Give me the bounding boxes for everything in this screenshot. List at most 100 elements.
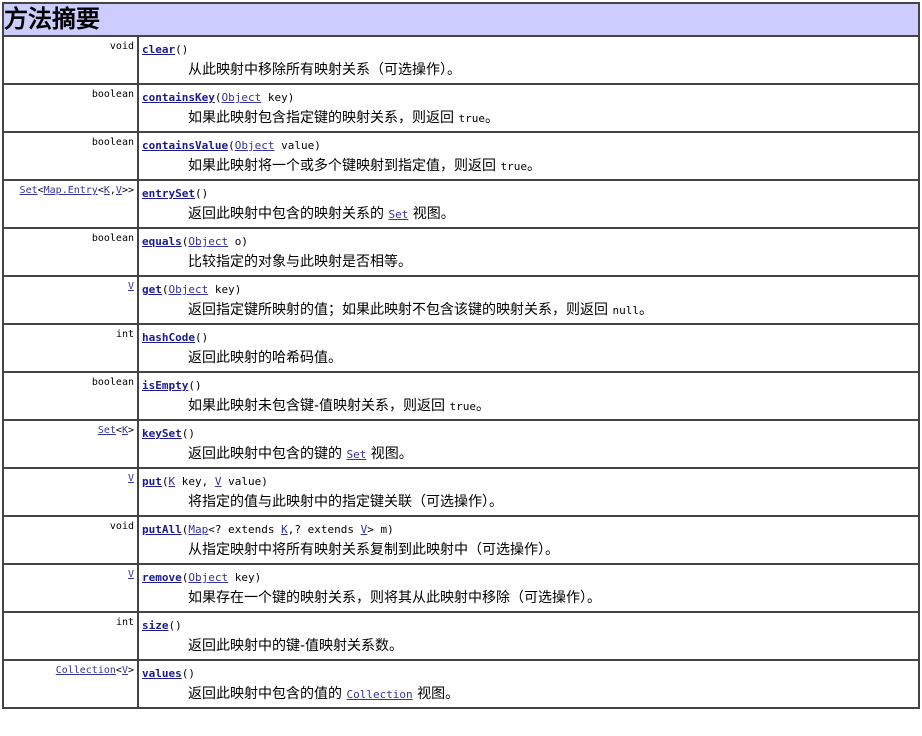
type-link[interactable]: Collection <box>346 688 412 701</box>
method-detail: put(K key, V value) 将指定的值与此映射中的指定键关联（可选操作… <box>137 467 920 517</box>
text-fragment: 返回此映射中包含的值的 <box>188 686 347 702</box>
text-fragment: key, <box>175 475 215 488</box>
method-name-link[interactable]: size <box>142 619 169 632</box>
type-link[interactable]: Object <box>235 139 275 152</box>
return-type: V <box>2 275 139 325</box>
method-signature: clear() <box>142 43 918 57</box>
method-signature: putAll(Map<? extends K,? extends V> m) <box>142 523 918 537</box>
type-link[interactable]: Object <box>188 235 228 248</box>
method-description: 返回此映射中包含的值的 Collection 视图。 <box>142 683 918 706</box>
method-description: 如果存在一个键的映射关系，则将其从此映射中移除（可选操作）。 <box>142 587 918 609</box>
type-link[interactable]: V <box>128 473 134 484</box>
text-fragment: >> <box>121 185 134 196</box>
text-fragment: 从指定映射中将所有映射关系复制到此映射中（可选操作）。 <box>188 542 559 558</box>
type-link[interactable]: Map <box>188 523 208 536</box>
method-name-link[interactable]: putAll <box>142 523 182 536</box>
type-link[interactable]: Object <box>221 91 261 104</box>
method-signature: isEmpty() <box>142 379 918 393</box>
method-signature: equals(Object o) <box>142 235 918 249</box>
method-description: 比较指定的对象与此映射是否相等。 <box>142 251 918 273</box>
text-fragment: 返回此映射的哈希码值。 <box>188 350 342 366</box>
method-name-link[interactable]: clear <box>142 43 175 56</box>
text-fragment: boolean <box>91 137 134 148</box>
method-signature: containsKey(Object key) <box>142 91 918 105</box>
method-name-link[interactable]: values <box>142 667 182 680</box>
method-description: 返回此映射的哈希码值。 <box>142 347 918 369</box>
text-fragment: 返回此映射中包含的键的 <box>188 446 347 462</box>
method-signature: entrySet() <box>142 187 918 201</box>
text-fragment: () <box>194 187 209 200</box>
text-fragment: null <box>612 304 639 317</box>
return-type: void <box>2 35 139 85</box>
method-description: 返回此映射中的键-值映射关系数。 <box>142 635 918 657</box>
text-fragment: 返回此映射中包含的映射关系的 <box>188 206 389 222</box>
type-link[interactable]: V <box>128 281 134 292</box>
method-signature: keySet() <box>142 427 918 441</box>
text-fragment: true <box>500 160 527 173</box>
type-link[interactable]: Set <box>346 448 366 461</box>
return-type: boolean <box>2 131 139 181</box>
text-fragment: () <box>188 379 202 392</box>
method-name-link[interactable]: containsKey <box>142 91 215 104</box>
text-fragment: value) <box>221 475 268 488</box>
text-fragment: () <box>175 43 189 56</box>
method-row: boolean equals(Object o) 比较指定的对象与此映射是否相等。 <box>2 227 920 277</box>
method-row: boolean containsKey(Object key) 如果此映射包含指定键… <box>2 83 920 133</box>
text-fragment: > <box>127 665 134 676</box>
text-fragment: key) <box>208 283 242 296</box>
text-fragment: key) <box>228 571 262 584</box>
text-fragment: () <box>168 619 182 632</box>
text-fragment: ( <box>161 475 169 488</box>
type-link[interactable]: Object <box>188 571 228 584</box>
method-name-link[interactable]: hashCode <box>142 331 195 344</box>
text-fragment: 视图。 <box>412 686 460 702</box>
type-link[interactable]: Set <box>388 208 408 221</box>
type-link[interactable]: Map.Entry <box>44 185 98 196</box>
type-link[interactable]: Object <box>169 283 209 296</box>
method-name-link[interactable]: equals <box>142 235 182 248</box>
text-fragment: () <box>181 667 195 680</box>
type-link[interactable]: K <box>281 523 288 536</box>
method-row: Set<Map.Entry<K,V>> entrySet() 返回此映射中包含的映射… <box>2 179 920 229</box>
method-name-link[interactable]: entrySet <box>142 187 195 200</box>
type-link[interactable]: Set <box>20 185 38 196</box>
return-type: Set<K> <box>2 419 139 469</box>
method-name-link[interactable]: containsValue <box>142 139 228 152</box>
text-fragment: 将指定的值与此映射中的指定键关联（可选操作）。 <box>188 494 503 510</box>
type-link[interactable]: Set <box>98 425 116 436</box>
text-fragment: 如果此映射包含指定键的映射关系，则返回 <box>188 110 459 126</box>
type-link[interactable]: Collection <box>56 665 116 676</box>
text-fragment: true <box>449 400 477 413</box>
method-detail: keySet() 返回此映射中包含的键的 Set 视图。 <box>137 419 920 469</box>
return-type: Set<Map.Entry<K,V>> <box>2 179 139 229</box>
method-name-link[interactable]: keySet <box>142 427 182 440</box>
return-type: boolean <box>2 371 139 421</box>
method-signature: values() <box>142 667 918 681</box>
text-fragment: 。 <box>476 398 491 414</box>
method-detail: values() 返回此映射中包含的值的 Collection 视图。 <box>137 659 920 709</box>
text-fragment: 如果此映射将一个或多个键映射到指定值，则返回 <box>188 158 501 174</box>
method-description: 如果此映射未包含键-值映射关系，则返回 true。 <box>142 395 918 418</box>
method-detail: containsKey(Object key) 如果此映射包含指定键的映射关系，则… <box>137 83 920 133</box>
method-detail: putAll(Map<? extends K,? extends V> m) 从指… <box>137 515 920 565</box>
text-fragment: value) <box>274 139 321 152</box>
return-type: V <box>2 563 139 613</box>
text-fragment: int <box>115 617 134 628</box>
method-detail: get(Object key) 返回指定键所映射的值；如果此映射不包含该键的映射关… <box>137 275 920 325</box>
method-description: 从此映射中移除所有映射关系（可选操作）。 <box>142 59 918 81</box>
text-fragment: 。 <box>484 110 499 126</box>
method-name-link[interactable]: get <box>142 283 162 296</box>
return-type: boolean <box>2 227 139 277</box>
type-link[interactable]: V <box>215 475 222 488</box>
method-name-link[interactable]: isEmpty <box>142 379 188 392</box>
method-name-link[interactable]: remove <box>142 571 182 584</box>
method-description: 如果此映射包含指定键的映射关系，则返回 true。 <box>142 107 918 130</box>
type-link[interactable]: V <box>128 569 134 580</box>
method-name-link[interactable]: put <box>142 475 162 488</box>
return-type: int <box>2 611 139 661</box>
text-fragment: ,? extends <box>287 523 361 536</box>
text-fragment: 比较指定的对象与此映射是否相等。 <box>188 254 412 270</box>
text-fragment: 如果此映射未包含键-值映射关系，则返回 <box>188 398 450 414</box>
method-detail: containsValue(Object value) 如果此映射将一个或多个键映… <box>137 131 920 181</box>
method-signature: put(K key, V value) <box>142 475 918 489</box>
